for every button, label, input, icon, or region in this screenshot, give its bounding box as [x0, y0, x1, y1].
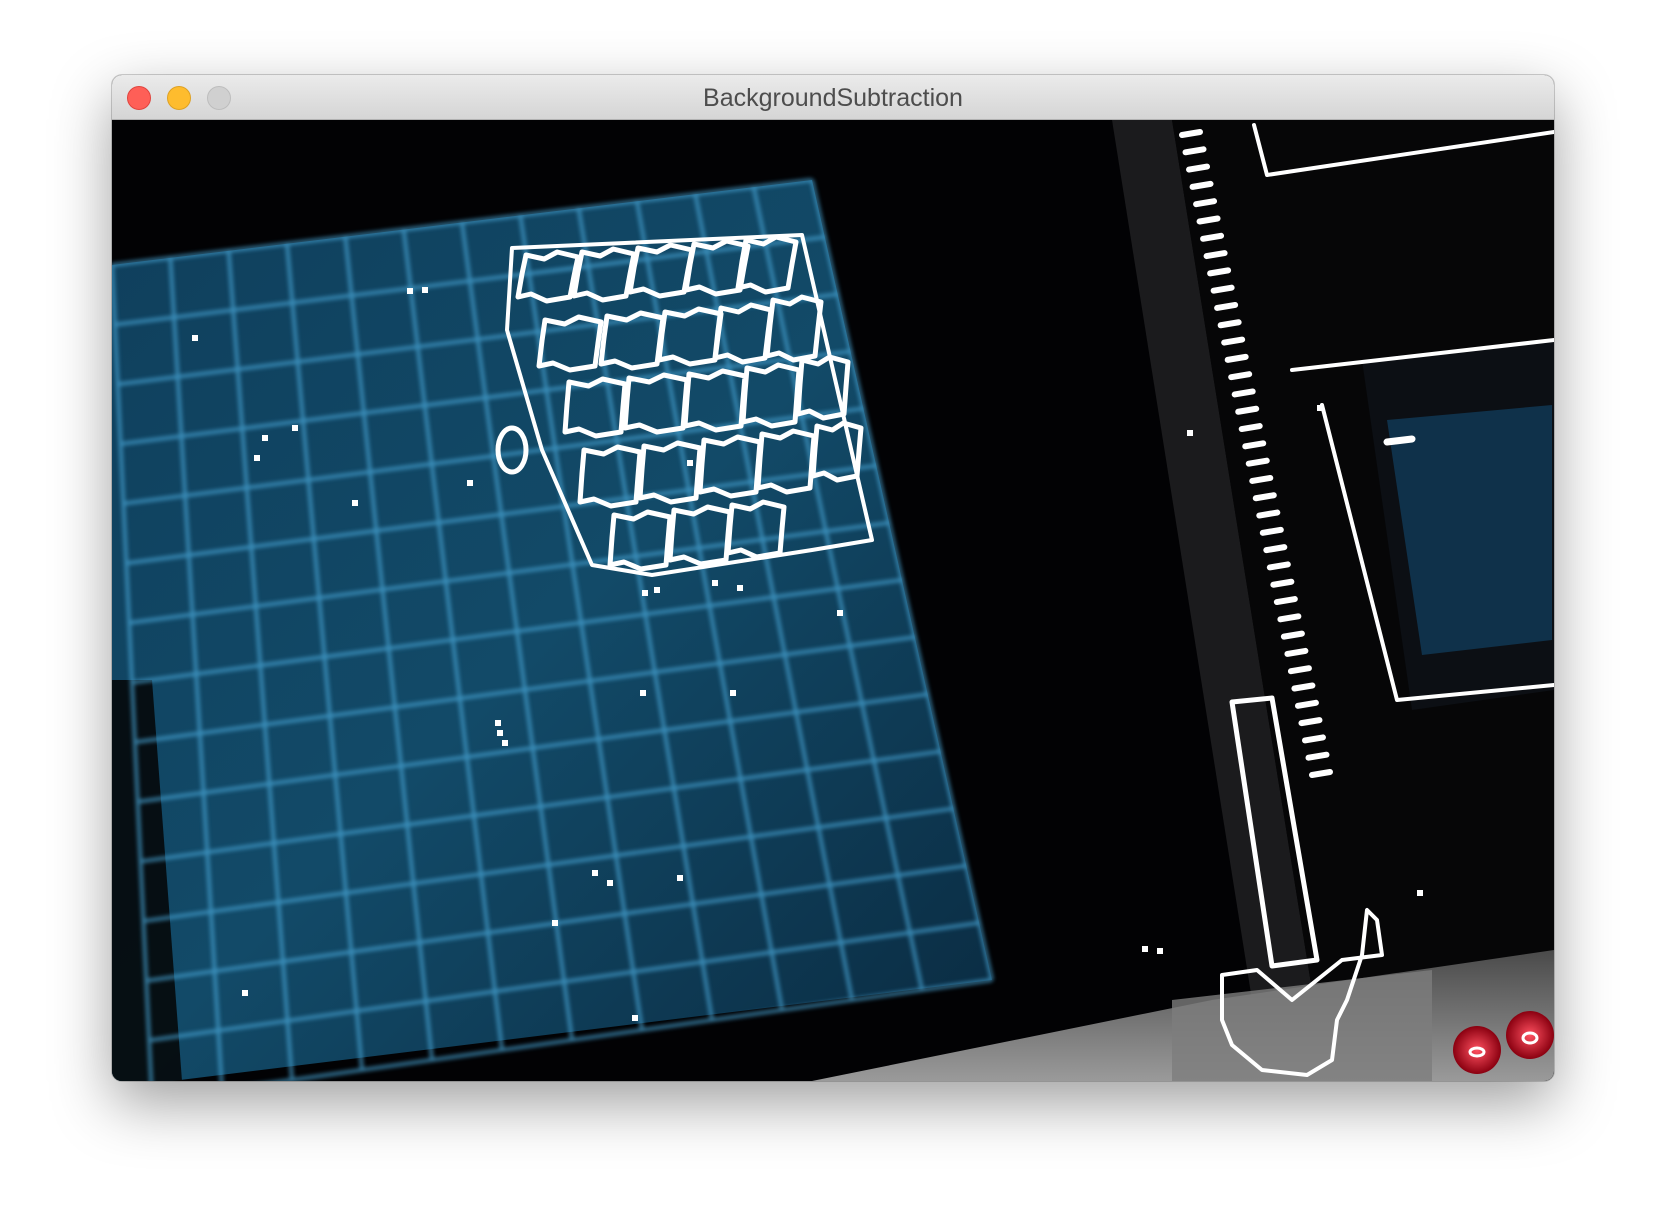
mask-speck: [552, 920, 558, 926]
panel-tick: [1245, 457, 1270, 467]
panel-tick: [1284, 647, 1309, 657]
window-title: BackgroundSubtraction: [703, 84, 963, 112]
mask-speck: [640, 690, 646, 696]
title-bar[interactable]: BackgroundSubtraction: [112, 75, 1554, 120]
panel-tick: [1259, 526, 1284, 536]
panel-tick: [1193, 198, 1218, 208]
panel-tick: [1189, 180, 1214, 190]
panel-tick: [1266, 561, 1291, 571]
mask-speck: [292, 425, 298, 431]
panel-tick: [1277, 613, 1302, 623]
mask-speck: [654, 587, 660, 593]
mask-speck: [467, 480, 473, 486]
background-subtraction-output: [112, 120, 1554, 1081]
panel-tick: [1238, 423, 1263, 433]
mask-speck: [352, 500, 358, 506]
panel-tick: [1203, 250, 1228, 260]
panel-tick: [1263, 544, 1288, 554]
panel-tick: [1273, 596, 1298, 606]
red-knob-right: [1506, 1011, 1554, 1059]
red-knob-left: [1453, 1026, 1501, 1074]
panel-tick: [1214, 301, 1239, 311]
mask-speck: [607, 880, 613, 886]
panel-tick: [1196, 215, 1221, 225]
mask-speck: [1157, 948, 1163, 954]
panel-tick: [1256, 509, 1281, 519]
panel-tick: [1210, 284, 1235, 294]
panel-tick: [1217, 319, 1242, 329]
mask-speck: [837, 610, 843, 616]
app-window: BackgroundSubtraction: [112, 75, 1554, 1081]
panel-tick: [1228, 371, 1253, 381]
mask-speck: [1187, 430, 1193, 436]
mask-speck: [422, 287, 428, 293]
panel-tick: [1305, 751, 1330, 761]
mask-speck: [712, 580, 718, 586]
mask-speck: [192, 335, 198, 341]
mask-speck: [677, 875, 683, 881]
panel-tick: [1200, 232, 1225, 242]
panel-tick: [1252, 492, 1277, 502]
mask-speck: [1142, 946, 1148, 952]
mask-speck: [737, 585, 743, 591]
panel-tick: [1231, 388, 1256, 398]
video-frame: [112, 120, 1554, 1081]
panel-tick: [1280, 630, 1305, 640]
mask-speck: [1317, 405, 1323, 411]
panel-tick: [1270, 578, 1295, 588]
panel-tick: [1287, 665, 1312, 675]
mask-speck: [730, 690, 736, 696]
panel-tick: [1301, 734, 1326, 744]
mask-speck: [642, 590, 648, 596]
mask-speck: [254, 455, 260, 461]
mask-speck: [262, 435, 268, 441]
mask-speck: [687, 460, 693, 466]
mask-speck: [242, 990, 248, 996]
panel-tick: [1309, 769, 1333, 778]
mask-speck: [497, 730, 503, 736]
panel-tick: [1235, 405, 1260, 415]
panel-tick: [1249, 474, 1274, 484]
side-display-mark: [1383, 435, 1416, 446]
panel-tick: [1298, 717, 1323, 727]
panel-tick: [1242, 440, 1267, 450]
panel-tick: [1182, 146, 1207, 156]
mask-speck: [495, 720, 501, 726]
panel-tick: [1291, 682, 1316, 692]
panel-tick: [1224, 353, 1249, 363]
panel-tick: [1186, 163, 1211, 173]
panel-tick: [1179, 129, 1203, 138]
mask-speck: [502, 740, 508, 746]
mask-speck: [407, 288, 413, 294]
mask-speck: [1417, 890, 1423, 896]
panel-tick: [1294, 699, 1319, 709]
panel-tick: [1207, 267, 1232, 277]
mask-speck: [592, 870, 598, 876]
mask-speck: [632, 1015, 638, 1021]
panel-tick: [1221, 336, 1246, 346]
